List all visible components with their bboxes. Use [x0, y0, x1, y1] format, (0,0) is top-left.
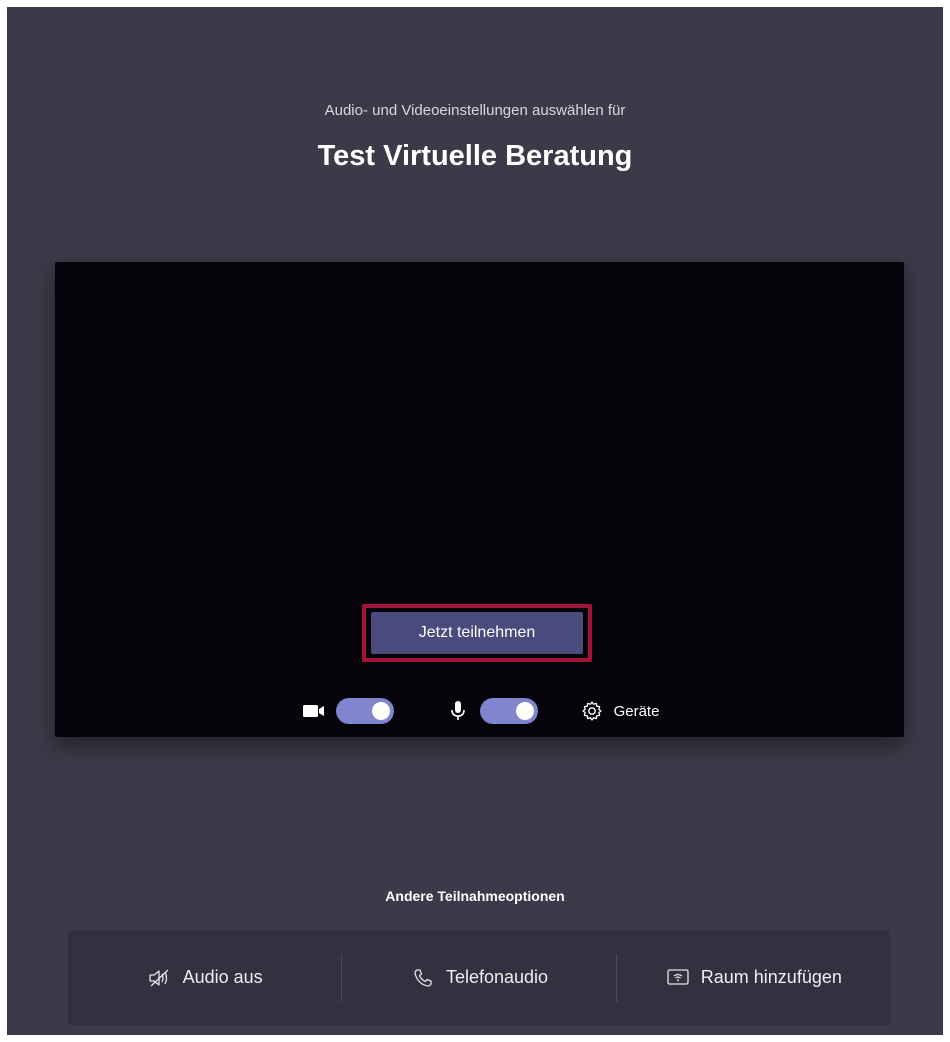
add-room-label: Raum hinzufügen — [700, 967, 842, 987]
join-button-highlight: Jetzt teilnehmen — [362, 604, 592, 662]
camera-icon — [300, 699, 328, 723]
other-options-bar: Audio aus Telefonaudio Raum hinzufügen — [68, 930, 890, 1025]
device-controls: Geräte — [55, 694, 904, 728]
camera-toggle[interactable] — [335, 698, 394, 724]
audio-off-label: Audio aus — [182, 967, 263, 987]
gear-icon — [578, 699, 606, 723]
join-now-button[interactable]: Jetzt teilnehmen — [371, 612, 583, 654]
audio-off-option[interactable]: Audio aus — [68, 930, 341, 1025]
microphone-control — [444, 698, 538, 724]
subtitle: Audio- und Videoeinstellungen auswählen … — [324, 102, 626, 119]
app-window: Audio- und Videoeinstellungen auswählen … — [7, 7, 943, 1035]
microphone-toggle-knob — [515, 702, 534, 720]
cast-room-icon — [665, 966, 691, 990]
add-room-option[interactable]: Raum hinzufügen — [617, 930, 890, 1025]
microphone-icon — [444, 699, 472, 723]
microphone-toggle[interactable] — [479, 698, 538, 724]
phone-icon — [410, 966, 436, 990]
camera-toggle-knob — [371, 702, 390, 720]
devices-label: Geräte — [613, 702, 660, 720]
other-options-heading: Andere Teilnahmeoptionen — [385, 888, 565, 904]
speaker-off-icon — [147, 966, 173, 990]
meeting-title: Test Virtuelle Beratung — [317, 140, 633, 172]
camera-control — [300, 698, 394, 724]
phone-audio-option[interactable]: Telefonaudio — [342, 930, 615, 1025]
phone-audio-label: Telefonaudio — [445, 967, 549, 987]
video-preview: Jetzt teilnehmen Geräte — [55, 262, 904, 737]
devices-button[interactable]: Geräte — [578, 699, 660, 723]
